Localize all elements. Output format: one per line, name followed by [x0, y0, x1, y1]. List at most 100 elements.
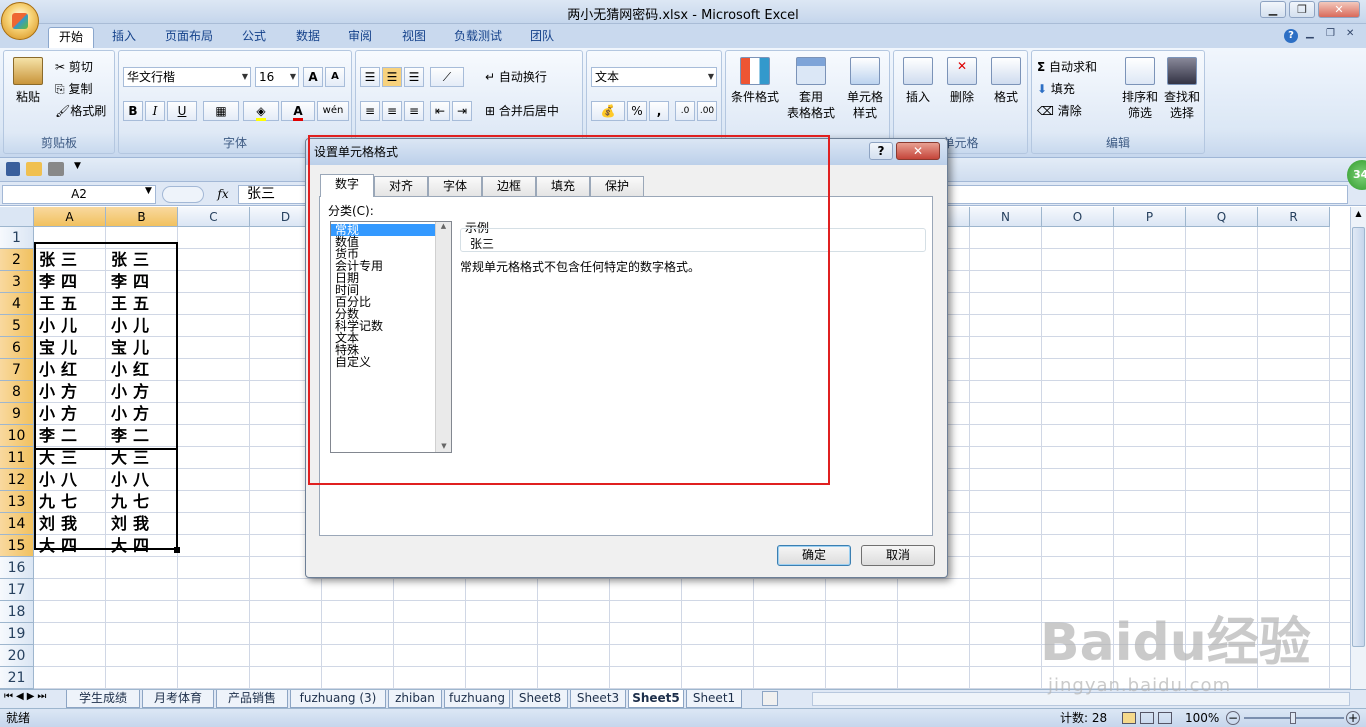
- customize-qat-icon[interactable]: ▼: [74, 161, 81, 171]
- cancel-button[interactable]: 取消: [861, 545, 935, 566]
- find-select-button[interactable]: 查找和 选择: [1160, 57, 1204, 121]
- fill-color-button[interactable]: ◈: [243, 101, 279, 121]
- column-header-p[interactable]: P: [1114, 207, 1186, 227]
- tab-data[interactable]: 数据: [286, 27, 330, 48]
- tab-team[interactable]: 团队: [520, 27, 564, 48]
- ribbon-close-icon[interactable]: ✕: [1346, 28, 1354, 39]
- name-box[interactable]: A2: [2, 185, 156, 204]
- page-layout-view-icon[interactable]: [1140, 712, 1154, 724]
- sheet-tab-sheet8[interactable]: Sheet8: [512, 690, 568, 708]
- row-header-2[interactable]: 2: [0, 249, 34, 271]
- vertical-scrollbar[interactable]: ▲: [1350, 207, 1366, 689]
- row-header-7[interactable]: 7: [0, 359, 34, 381]
- zoom-out-icon[interactable]: −: [1226, 711, 1240, 725]
- dialog-help-button[interactable]: ?: [869, 142, 893, 160]
- align-center-button[interactable]: ≡: [382, 101, 402, 121]
- paste-button[interactable]: 粘贴: [8, 57, 48, 105]
- sheet-tab-sheet5[interactable]: Sheet5: [628, 690, 684, 708]
- row-header-1[interactable]: 1: [0, 227, 34, 249]
- scroll-thumb[interactable]: [1352, 227, 1365, 647]
- formula-expand-handle[interactable]: [162, 186, 204, 203]
- orientation-button[interactable]: ⟋: [430, 67, 464, 87]
- tab-home[interactable]: 开始: [48, 27, 94, 48]
- help-icon[interactable]: ?: [1284, 29, 1298, 43]
- sheet-tab-0[interactable]: 学生成绩: [66, 690, 140, 708]
- autosum-button[interactable]: Σ 自动求和: [1036, 57, 1120, 77]
- row-header-8[interactable]: 8: [0, 381, 34, 403]
- sheet-nav-arrows-icon[interactable]: ⏮◀▶⏭: [4, 691, 49, 702]
- copy-button[interactable]: ⎘ 复制: [54, 79, 114, 99]
- fill-button[interactable]: ⬇ 填充: [1036, 79, 1106, 99]
- column-header-o[interactable]: O: [1042, 207, 1114, 227]
- open-icon[interactable]: [26, 162, 42, 176]
- row-header-4[interactable]: 4: [0, 293, 34, 315]
- percent-button[interactable]: %: [627, 101, 647, 121]
- sort-filter-button[interactable]: 排序和 筛选: [1118, 57, 1162, 121]
- sheet-tab-1[interactable]: 月考体育: [142, 690, 214, 708]
- format-cells-button[interactable]: 格式: [984, 57, 1028, 105]
- merge-center-button[interactable]: ⊞ 合并后居中: [484, 101, 582, 121]
- tab-load-test[interactable]: 负载测试: [446, 27, 510, 48]
- comma-button[interactable]: ,: [649, 101, 669, 121]
- row-header-19[interactable]: 19: [0, 623, 34, 645]
- align-bottom-button[interactable]: ☰: [404, 67, 424, 87]
- decrease-indent-button[interactable]: ⇤: [430, 101, 450, 121]
- tab-view[interactable]: 视图: [392, 27, 436, 48]
- bold-button[interactable]: B: [123, 101, 143, 121]
- row-header-15[interactable]: 15: [0, 535, 34, 557]
- ok-button[interactable]: 确定: [777, 545, 851, 566]
- font-name-combo[interactable]: 华文行楷 ▼: [123, 67, 251, 87]
- zoom-slider-thumb[interactable]: [1290, 712, 1296, 724]
- chevron-down-icon[interactable]: ▼: [145, 186, 152, 196]
- scroll-up-icon[interactable]: ▲: [1353, 209, 1364, 223]
- phonetic-button[interactable]: wén: [317, 101, 349, 121]
- tab-review[interactable]: 审阅: [338, 27, 382, 48]
- office-button[interactable]: [1, 2, 39, 40]
- row-header-3[interactable]: 3: [0, 271, 34, 293]
- grow-font-button[interactable]: A: [303, 67, 323, 87]
- format-painter-button[interactable]: 🖌格式刷: [54, 101, 116, 121]
- increase-indent-button[interactable]: ⇥: [452, 101, 472, 121]
- row-header-17[interactable]: 17: [0, 579, 34, 601]
- tab-insert[interactable]: 插入: [104, 27, 144, 48]
- number-format-combo[interactable]: 文本 ▼: [591, 67, 717, 87]
- align-top-button[interactable]: ☰: [360, 67, 380, 87]
- save-icon[interactable]: [6, 162, 20, 176]
- row-header-10[interactable]: 10: [0, 425, 34, 447]
- tab-page-layout[interactable]: 页面布局: [156, 27, 222, 48]
- format-as-table-button[interactable]: 套用 表格格式: [782, 57, 840, 121]
- column-header-a[interactable]: A: [34, 207, 106, 227]
- delete-cells-button[interactable]: ✕ 删除: [940, 57, 984, 105]
- ribbon-minimize-icon[interactable]: ▁: [1306, 28, 1314, 39]
- page-break-view-icon[interactable]: [1158, 712, 1172, 724]
- underline-button[interactable]: U: [167, 101, 197, 121]
- align-right-button[interactable]: ≡: [404, 101, 424, 121]
- row-header-20[interactable]: 20: [0, 645, 34, 667]
- insert-cells-button[interactable]: 插入: [896, 57, 940, 105]
- row-header-9[interactable]: 9: [0, 403, 34, 425]
- align-left-button[interactable]: ≡: [360, 101, 380, 121]
- shrink-font-button[interactable]: A: [325, 67, 345, 87]
- select-all-corner[interactable]: [0, 207, 34, 227]
- align-middle-button[interactable]: ☰: [382, 67, 402, 87]
- italic-button[interactable]: I: [145, 101, 165, 121]
- font-color-button[interactable]: A: [281, 101, 315, 121]
- normal-view-icon[interactable]: [1122, 712, 1136, 724]
- sheet-tab-fuzhuang-3[interactable]: fuzhuang (3): [290, 690, 386, 708]
- insert-function-button[interactable]: fx: [210, 185, 236, 204]
- cell-styles-button[interactable]: 单元格 样式: [840, 57, 890, 121]
- zoom-in-icon[interactable]: +: [1346, 711, 1360, 725]
- row-header-12[interactable]: 12: [0, 469, 34, 491]
- zoom-level[interactable]: 100%: [1185, 709, 1219, 727]
- wrap-text-button[interactable]: ↵ 自动换行: [484, 67, 580, 87]
- tab-formulas[interactable]: 公式: [232, 27, 276, 48]
- row-header-5[interactable]: 5: [0, 315, 34, 337]
- sheet-tab-zhiban[interactable]: zhiban: [388, 690, 442, 708]
- accounting-format-button[interactable]: 💰: [591, 101, 625, 121]
- row-header-14[interactable]: 14: [0, 513, 34, 535]
- dialog-close-button[interactable]: ✕: [896, 142, 940, 160]
- row-header-16[interactable]: 16: [0, 557, 34, 579]
- sheet-tab-sheet3[interactable]: Sheet3: [570, 690, 626, 708]
- column-header-r[interactable]: R: [1258, 207, 1330, 227]
- row-header-6[interactable]: 6: [0, 337, 34, 359]
